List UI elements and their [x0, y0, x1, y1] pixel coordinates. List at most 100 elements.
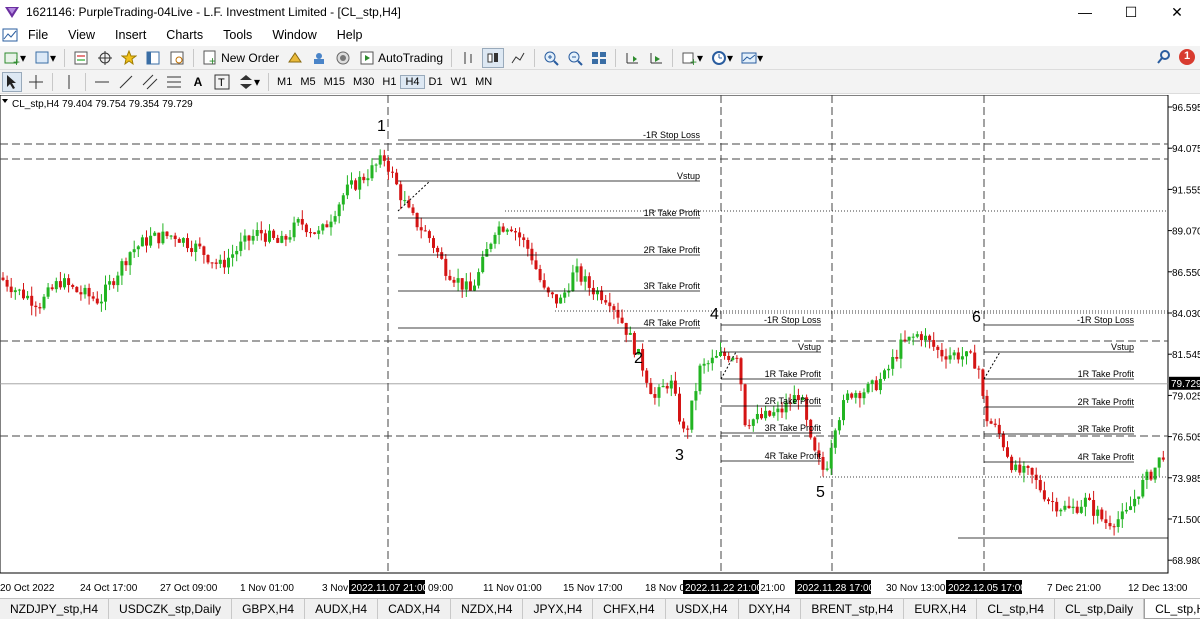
menu-help[interactable]: Help [327, 28, 373, 42]
candle-body [63, 278, 66, 288]
templates-button[interactable]: ▾ [739, 48, 765, 68]
candle-body [169, 235, 173, 237]
chart-shift-button[interactable] [622, 48, 642, 68]
time-label: 21:00 [760, 583, 785, 594]
market-button[interactable] [333, 48, 353, 68]
chart-tab[interactable]: GBPX,H4 [232, 599, 306, 619]
periodicity-button[interactable]: ▾ [709, 48, 735, 68]
menu-file[interactable]: File [18, 28, 58, 42]
timeframe-h4[interactable]: H4 [400, 74, 425, 89]
zoom-out-button[interactable] [565, 48, 585, 68]
chart-tab[interactable]: DXY,H4 [739, 599, 802, 619]
timeframe-w1[interactable]: W1 [447, 76, 472, 88]
bar-chart-button[interactable] [458, 48, 478, 68]
price-chart[interactable]: 96.595 94.075 91.555 89.070 86.550 84.030 81.5… [0, 95, 1200, 598]
candle-body [1116, 519, 1120, 528]
text-label-button[interactable]: T [212, 72, 232, 92]
timeframe-m1[interactable]: M1 [273, 76, 296, 88]
data-window-button[interactable] [95, 48, 115, 68]
autotrading-button[interactable]: AutoTrading [357, 48, 445, 68]
chart-tab[interactable]: AUDX,H4 [305, 599, 379, 619]
svg-text:T: T [218, 77, 225, 89]
candle-body [317, 230, 321, 234]
price-tick-label: 84.030 [1172, 309, 1200, 320]
candle-body [140, 237, 144, 247]
chart-tab[interactable]: USDX,H4 [666, 599, 739, 619]
minimize-button[interactable]: — [1062, 0, 1108, 24]
menu-charts[interactable]: Charts [156, 28, 213, 42]
notifications-button[interactable]: 1 [1176, 48, 1196, 68]
menu-insert[interactable]: Insert [105, 28, 156, 42]
time-label: 15 Nov 17:00 [563, 583, 623, 594]
menu-tools[interactable]: Tools [213, 28, 262, 42]
zoom-in-button[interactable] [541, 48, 561, 68]
trade-level-label: -1R Stop Loss [643, 130, 701, 140]
line-chart-button[interactable] [508, 48, 528, 68]
profiles-button[interactable]: ▾ [32, 48, 58, 68]
menu-view[interactable]: View [58, 28, 105, 42]
timeframe-h1[interactable]: H1 [378, 76, 400, 88]
candle-body [95, 298, 99, 304]
candle-body [210, 262, 214, 264]
new-chart-button[interactable]: + ▾ [2, 48, 28, 68]
timeframe-m5[interactable]: M5 [296, 76, 319, 88]
autoscroll-button[interactable] [646, 48, 666, 68]
tile-windows-button[interactable] [589, 48, 609, 68]
timeframe-m15[interactable]: M15 [320, 76, 349, 88]
channel-button[interactable] [140, 72, 160, 92]
candle-body [1096, 509, 1100, 516]
chart-tab[interactable]: NZDJPY_stp,H4 [0, 599, 110, 619]
arrows-button[interactable]: ▾ [236, 72, 262, 92]
candle-body [345, 184, 349, 196]
chart-tab[interactable]: JPYX,H4 [523, 599, 594, 619]
tile-windows-icon [592, 51, 607, 64]
navigator-button[interactable] [119, 48, 139, 68]
candle-body [579, 266, 583, 282]
candlestick-button[interactable] [482, 47, 505, 68]
candle-body [30, 295, 34, 306]
indicators-button[interactable]: + ▾ [679, 48, 705, 68]
chart-window-icon[interactable] [2, 27, 18, 43]
community-button[interactable] [309, 48, 329, 68]
timeframe-d1[interactable]: D1 [425, 76, 447, 88]
cursor-button[interactable] [2, 71, 22, 92]
chart-tab[interactable]: CHFX,H4 [593, 599, 666, 619]
chart-tab[interactable]: NZDX,H4 [451, 599, 524, 619]
candle-body [251, 235, 255, 241]
new-order-button[interactable]: + New Order [200, 48, 281, 68]
chart-tab[interactable]: EURX,H4 [904, 599, 978, 619]
chart-tab[interactable]: CL_stp,Daily [1055, 599, 1145, 619]
candle-body [739, 358, 743, 385]
market-watch-button[interactable] [71, 48, 91, 68]
chart-tab[interactable]: CADX,H4 [378, 599, 452, 619]
candle-body [518, 232, 522, 238]
candle-body [780, 408, 784, 413]
timeframe-m30[interactable]: M30 [349, 76, 378, 88]
chart-tab[interactable]: BRENT_stp,H4 [801, 599, 905, 619]
candle-body [948, 355, 952, 360]
close-button[interactable]: ✕ [1154, 0, 1200, 24]
trendline-button[interactable] [116, 72, 136, 92]
search-button[interactable] [1156, 49, 1172, 68]
menu-window[interactable]: Window [262, 28, 326, 42]
chart-tab[interactable]: CL_stp,H4 [1144, 599, 1200, 619]
candle-body [530, 248, 534, 261]
candle-body [288, 237, 292, 240]
chart-tab[interactable]: CL_stp,H4 [977, 599, 1056, 619]
candle-body [341, 195, 345, 205]
chart-tab[interactable]: USDCZK_stp,Daily [109, 599, 233, 619]
candle-body [427, 231, 431, 239]
fibonacci-button[interactable] [164, 72, 184, 92]
candle-body [419, 227, 423, 231]
horizontal-line-button[interactable] [92, 72, 112, 92]
vertical-line-button[interactable] [59, 72, 79, 92]
text-button[interactable]: A [188, 72, 208, 92]
terminal-button[interactable] [143, 48, 163, 68]
crosshair-button[interactable] [26, 72, 46, 92]
timeframe-mn[interactable]: MN [471, 76, 496, 88]
signals-button[interactable] [285, 48, 305, 68]
strategy-tester-button[interactable] [167, 48, 187, 68]
price-tick-label: 91.555 [1172, 185, 1200, 196]
maximize-button[interactable]: ☐ [1108, 0, 1154, 24]
trade-level-label: -1R Stop Loss [1077, 315, 1135, 325]
